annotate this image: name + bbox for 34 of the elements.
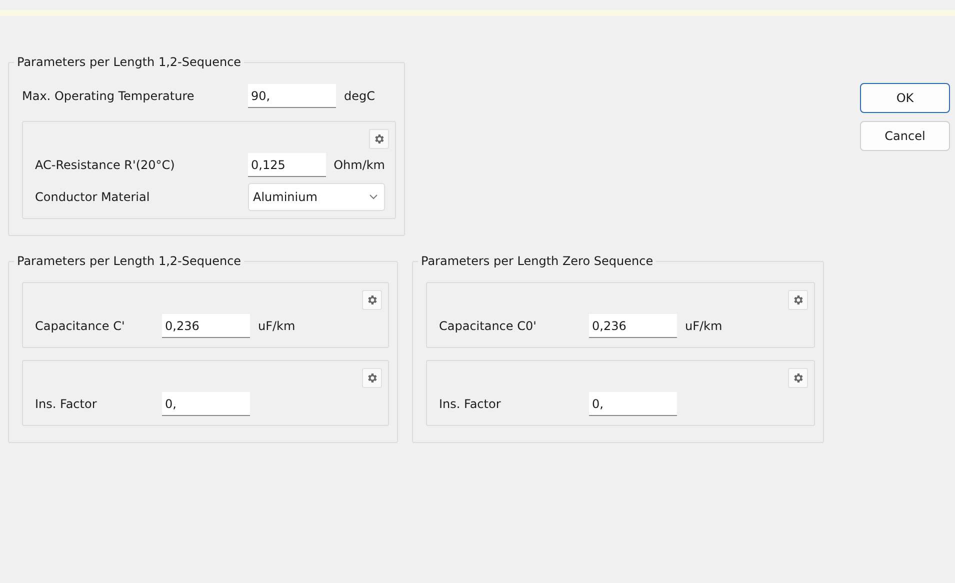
field-label: Capacitance C' [35,319,126,333]
settings-button[interactable] [369,129,389,149]
field-label: AC-Resistance R'(20°C) [35,158,176,172]
material-dropdown[interactable]: Aluminium [248,183,385,211]
input-field[interactable]: 0, [162,392,250,416]
settings-icon [792,372,804,384]
settings-icon [373,133,385,145]
input-field[interactable]: 0,236 [589,314,677,338]
input-field[interactable]: 90, [248,84,336,108]
input-field[interactable]: 0, [589,392,677,416]
group-title: Parameters per Length Zero Sequence [418,254,656,268]
unit-label: uF/km [685,319,722,333]
field-label: Conductor Material [35,190,151,204]
cancel-button[interactable]: Cancel [860,121,950,151]
field-label: Ins. Factor [35,397,98,411]
unit-label: Ohm/km [334,158,385,172]
field-label: Ins. Factor [439,397,502,411]
settings-button[interactable] [362,368,382,388]
input-field[interactable]: 0,125 [248,153,326,177]
settings-button[interactable] [788,368,808,388]
group-title: Parameters per Length 1,2-Sequence [14,254,244,268]
input-field[interactable]: 0,236 [162,314,250,338]
settings-button[interactable] [362,290,382,310]
unit-label: degC [344,89,375,103]
group-title: Parameters per Length 1,2-Sequence [14,55,244,69]
settings-icon [366,372,378,384]
field-label: Capacitance C0' [439,319,538,333]
field-label: Max. Operating Temperature [22,89,196,103]
settings-button[interactable] [788,290,808,310]
settings-icon [366,294,378,306]
chevron-down-icon [369,194,378,200]
ok-button[interactable]: OK [860,83,950,113]
settings-icon [792,294,804,306]
unit-label: uF/km [258,319,296,333]
